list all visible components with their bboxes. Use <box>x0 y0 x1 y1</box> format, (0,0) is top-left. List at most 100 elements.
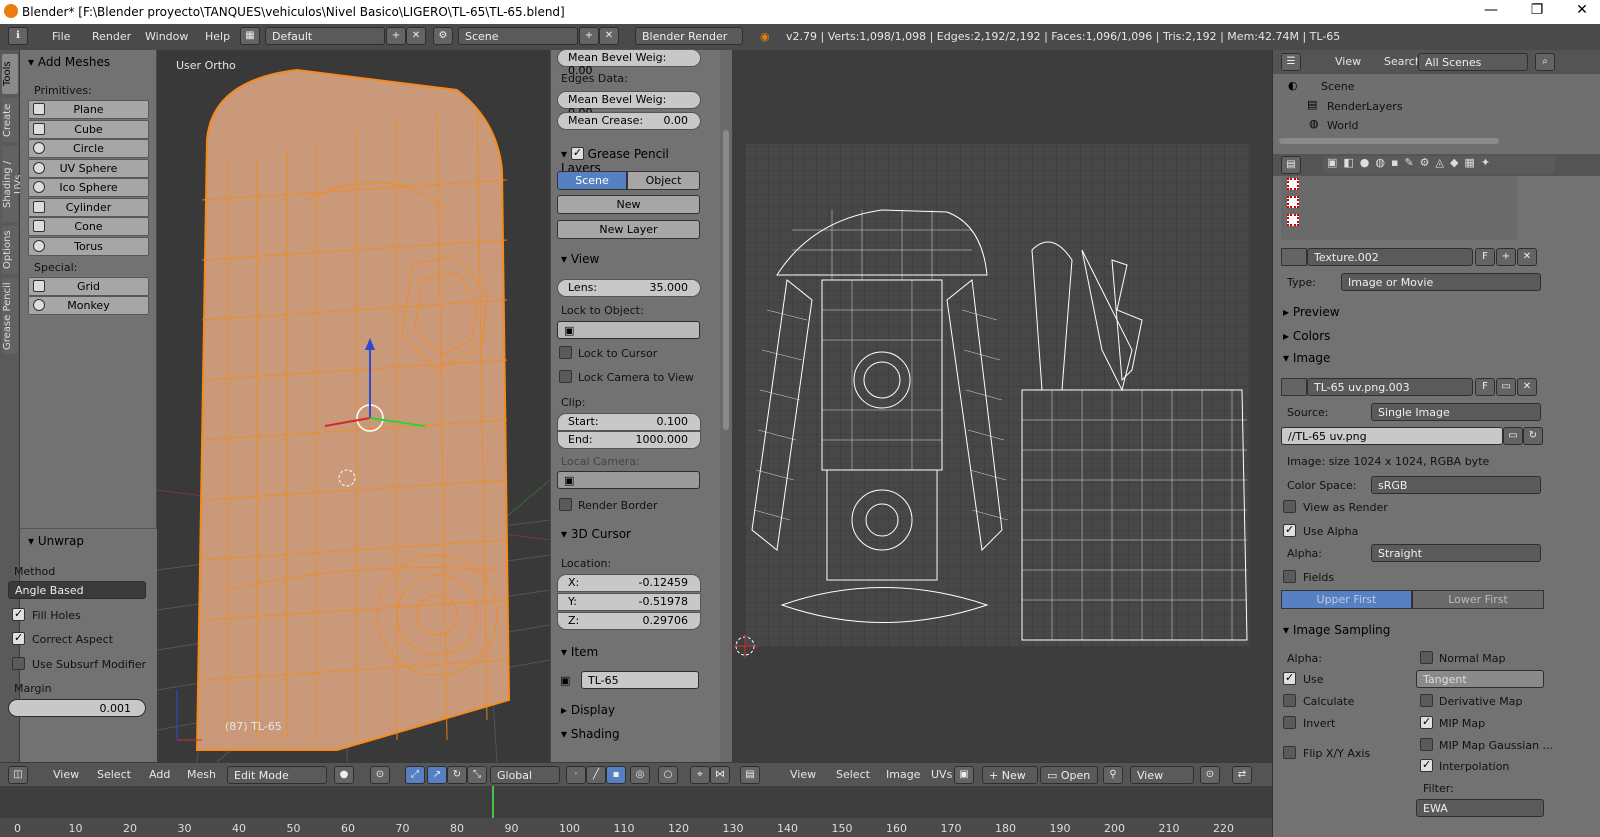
render-border-checkbox[interactable] <box>559 498 572 511</box>
add-grid-button[interactable]: Grid <box>28 277 149 296</box>
outliner-editor-icon[interactable]: ☰ <box>1281 53 1301 71</box>
mean-bevel-weight-vertex[interactable]: Mean Bevel Weig: 0.00 <box>557 49 701 77</box>
filter-select[interactable]: EWA <box>1416 799 1544 817</box>
mip-map-gaussian-checkbox[interactable] <box>1420 738 1433 751</box>
add-monkey-button[interactable]: Monkey <box>28 296 149 315</box>
remove-scene-icon[interactable]: ✕ <box>599 27 619 45</box>
translate-icon[interactable]: ↗ <box>427 766 447 784</box>
texture-unlink-icon[interactable]: ✕ <box>1517 248 1537 266</box>
remove-layout-icon[interactable]: ✕ <box>406 27 426 45</box>
menu-help[interactable]: Help <box>205 30 230 43</box>
item-name-field[interactable]: TL-65 <box>581 671 699 689</box>
open-image-button[interactable]: ▭ Open <box>1040 766 1098 784</box>
edge-select-icon[interactable]: ╱ <box>586 766 606 784</box>
screen-layout-icon[interactable]: ▦ <box>240 27 260 45</box>
lens-field[interactable]: Lens: 35.000 <box>557 279 701 297</box>
correct-aspect-checkbox[interactable] <box>12 631 25 645</box>
image-filepath-field[interactable]: //TL-65 uv.png <box>1281 427 1503 445</box>
item-panel-header[interactable]: ▾ Item <box>551 642 711 662</box>
menu-view-uv[interactable]: View <box>790 768 816 781</box>
timeline-track[interactable] <box>0 786 1272 818</box>
add-plane-button[interactable]: Plane <box>28 100 149 119</box>
unwrap-method-select[interactable]: Angle Based <box>8 581 146 599</box>
upper-first-button[interactable]: Upper First <box>1281 590 1412 609</box>
tab-shading-uvs[interactable]: Shading / UVs <box>2 146 24 222</box>
add-cube-button[interactable]: Cube <box>28 120 149 139</box>
tab-grease-pencil[interactable]: Grease Pencil <box>2 278 18 354</box>
menu-uvs[interactable]: UVs <box>931 768 952 781</box>
scene-field[interactable]: Scene <box>458 27 578 45</box>
use-subsurf-checkbox[interactable] <box>12 657 25 670</box>
lock-object-field[interactable]: ▣ <box>557 321 700 339</box>
close-button[interactable]: ✕ <box>1567 2 1597 18</box>
tab-create[interactable]: Create <box>2 98 18 142</box>
alpha-mode-select[interactable]: Straight <box>1371 544 1541 562</box>
panel-add-meshes[interactable]: ▾ Add Meshes <box>20 52 157 72</box>
proportional-edit-icon[interactable]: ○ <box>658 766 678 784</box>
menu-select-3d[interactable]: Select <box>97 768 131 781</box>
flip-xy-checkbox[interactable] <box>1283 746 1296 759</box>
image-unlink-icon[interactable]: ✕ <box>1517 378 1537 396</box>
use-checkbox[interactable] <box>1283 671 1296 685</box>
clip-end-field[interactable]: End: 1000.000 <box>557 431 701 449</box>
mip-map-checkbox[interactable] <box>1420 715 1433 729</box>
image-browse-icon[interactable] <box>1281 378 1307 396</box>
texture-browse-icon[interactable] <box>1281 248 1307 266</box>
outliner-item-renderlayers[interactable]: RenderLayers <box>1327 100 1403 113</box>
image-browse-icon[interactable]: ▣ <box>954 766 974 784</box>
add-cone-button[interactable]: Cone <box>28 217 149 236</box>
fields-checkbox[interactable] <box>1283 570 1296 583</box>
outliner-menu-search[interactable]: Search <box>1384 55 1422 68</box>
timeline[interactable]: 0 10 20 30 40 50 60 70 80 90 100 110 120 130 140 150 160… <box>0 786 1272 837</box>
color-space-select[interactable]: sRGB <box>1371 476 1541 494</box>
texture-slot-list[interactable] <box>1281 176 1517 240</box>
mean-crease-field[interactable]: Mean Crease: 0.00 <box>557 112 701 130</box>
menu-file[interactable]: File <box>52 30 70 43</box>
lower-first-button[interactable]: Lower First <box>1412 590 1544 609</box>
image-panel-header[interactable]: ▾ Image <box>1273 348 1585 368</box>
new-image-button[interactable]: + New <box>982 766 1038 784</box>
snap-target-icon[interactable]: ⋈ <box>710 766 730 784</box>
uv-editor-type-icon[interactable]: ▤ <box>740 766 760 784</box>
gp-new-layer-button[interactable]: New Layer <box>557 220 700 239</box>
3d-viewport[interactable]: User Ortho (87) TL-65 <box>157 50 550 762</box>
scrollbar-thumb[interactable] <box>723 130 729 430</box>
add-cylinder-button[interactable]: Cylinder <box>28 198 149 217</box>
manipulator-icon[interactable]: ⤢ <box>405 766 425 784</box>
gp-new-button[interactable]: New <box>557 195 700 214</box>
3d-cursor-panel-header[interactable]: ▾ 3D Cursor <box>551 524 711 544</box>
add-circle-button[interactable]: Circle <box>28 139 149 158</box>
add-uv-sphere-button[interactable]: UV Sphere <box>28 159 149 178</box>
cursor-y-field[interactable]: Y: -0.51978 <box>557 593 701 611</box>
shading-panel-header[interactable]: ▾ Shading <box>551 724 711 744</box>
normal-map-checkbox[interactable] <box>1420 651 1433 664</box>
outliner-menu-view[interactable]: View <box>1335 55 1361 68</box>
gp-object-tab[interactable]: Object <box>627 171 700 190</box>
view-as-render-checkbox[interactable] <box>1283 500 1296 513</box>
local-camera-field[interactable]: ▣ <box>557 471 700 489</box>
vertex-select-icon[interactable]: · <box>566 766 586 784</box>
texture-type-select[interactable]: Image or Movie <box>1341 273 1541 291</box>
image-sampling-panel-header[interactable]: ▾ Image Sampling <box>1273 620 1585 640</box>
use-alpha-checkbox[interactable] <box>1283 523 1296 537</box>
outliner-item-world[interactable]: World <box>1327 119 1359 132</box>
properties-editor-icon[interactable]: ▤ <box>1281 156 1301 174</box>
display-panel-header[interactable]: ▸ Display <box>551 700 711 720</box>
derivative-map-checkbox[interactable] <box>1420 694 1433 707</box>
cursor-z-field[interactable]: Z: 0.29706 <box>557 612 701 630</box>
menu-image-uv[interactable]: Image <box>886 768 920 781</box>
outliner-search-icon[interactable]: ⌕ <box>1535 53 1555 71</box>
pin-icon[interactable]: ⚲ <box>1103 766 1123 784</box>
3d-editor-type-icon[interactable]: ◫ <box>8 766 28 784</box>
interpolation-checkbox[interactable] <box>1420 758 1433 772</box>
mean-bevel-weight-edge[interactable]: Mean Bevel Weig: 0.00 <box>557 91 701 119</box>
image-open-icon[interactable]: ▭ <box>1496 378 1516 396</box>
outliner-scrollbar[interactable] <box>1279 138 1499 144</box>
filepath-browse-icon[interactable]: ▭ <box>1503 427 1523 445</box>
colors-panel-header[interactable]: ▸ Colors <box>1273 326 1585 346</box>
editor-type-icon[interactable]: ℹ <box>8 27 28 45</box>
context-tabs[interactable]: ▣◧●◍▪✎⚙◬◆▦✦ <box>1323 156 1555 174</box>
render-engine-select[interactable]: Blender Render <box>635 27 743 45</box>
reload-icon[interactable]: ↻ <box>1523 427 1543 445</box>
gp-scene-tab[interactable]: Scene <box>557 171 627 190</box>
